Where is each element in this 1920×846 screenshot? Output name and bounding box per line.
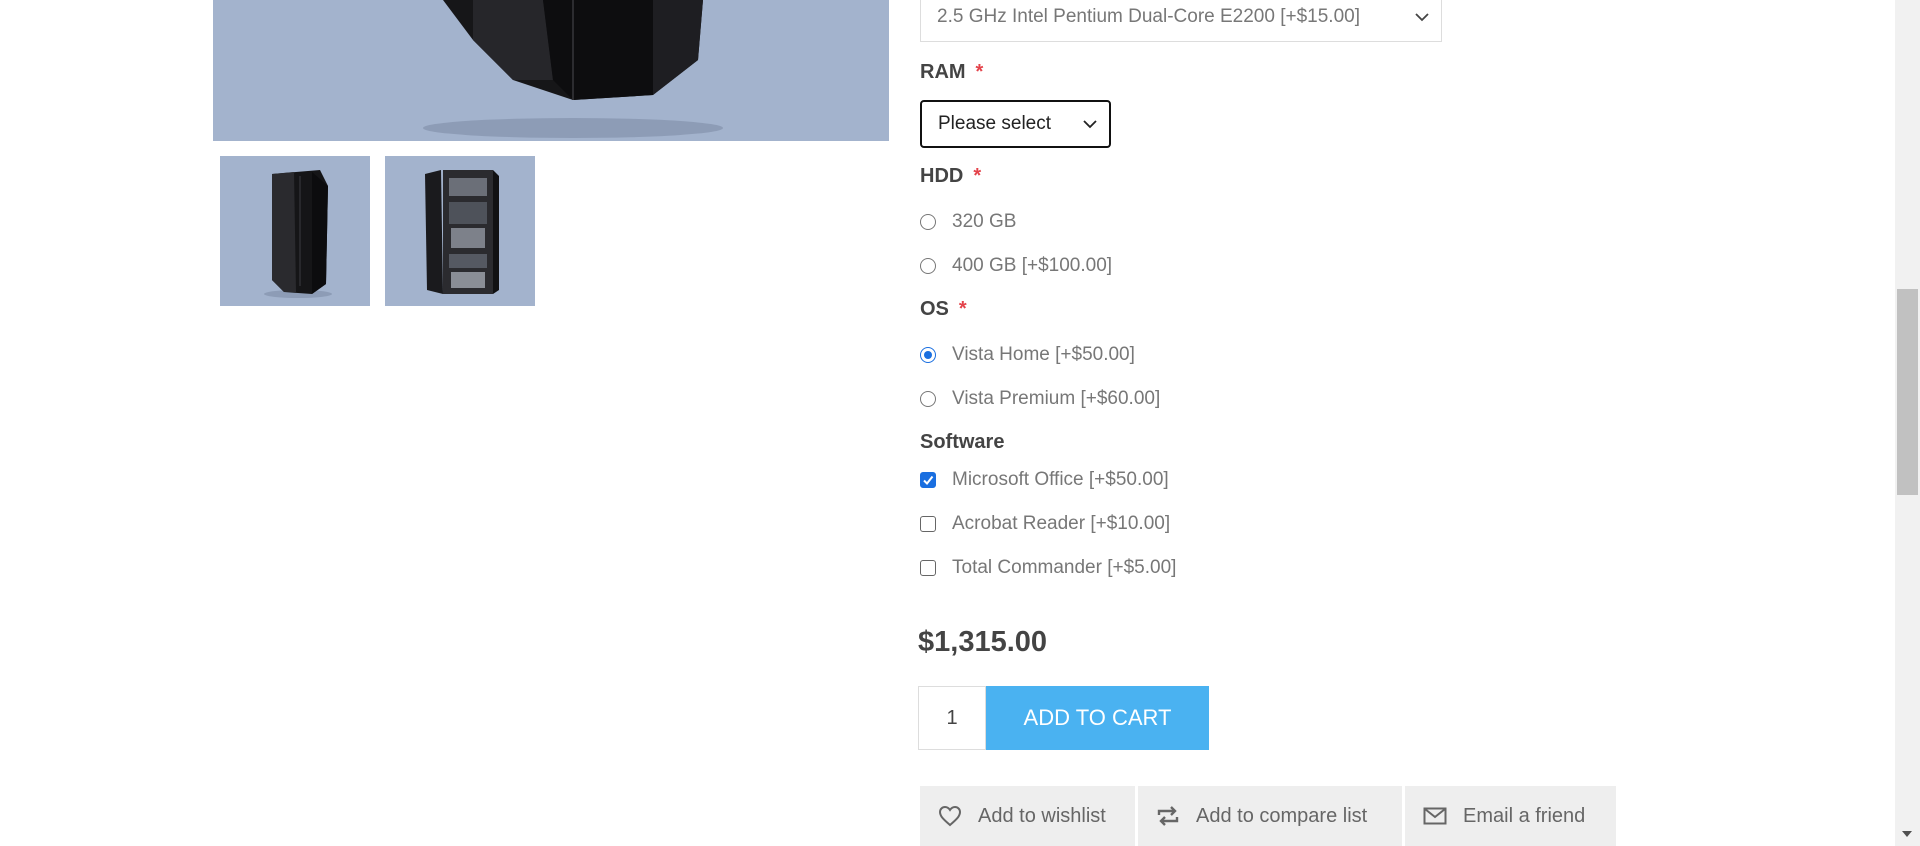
email-a-friend-button[interactable]: Email a friend xyxy=(1405,786,1616,846)
radio-button[interactable] xyxy=(920,214,936,230)
checkbox-checked[interactable] xyxy=(920,472,936,488)
product-main-image[interactable] xyxy=(213,0,889,141)
add-to-wishlist-label: Add to wishlist xyxy=(978,804,1106,827)
hdd-option-label: 320 GB xyxy=(952,211,1017,232)
quantity-input[interactable]: 1 xyxy=(918,686,986,750)
heart-icon xyxy=(938,805,962,827)
scrollbar-thumb[interactable] xyxy=(1897,289,1918,495)
required-mark: * xyxy=(975,61,984,83)
os-option[interactable]: Vista Premium [+$60.00] xyxy=(920,386,1160,412)
hdd-option[interactable]: 400 GB [+$100.00] xyxy=(920,253,1112,279)
software-label: Software xyxy=(920,431,1005,453)
required-mark: * xyxy=(958,298,967,320)
add-to-wishlist-button[interactable]: Add to wishlist xyxy=(920,786,1135,846)
hdd-option-label: 400 GB [+$100.00] xyxy=(952,255,1113,276)
hdd-label: HDD * xyxy=(920,165,982,187)
software-option-label: Acrobat Reader [+$10.00] xyxy=(952,513,1171,534)
product-thumbnail-1[interactable] xyxy=(220,156,370,306)
software-option[interactable]: Microsoft Office [+$50.00] xyxy=(920,467,1169,493)
radio-button[interactable] xyxy=(920,258,936,274)
software-option-label: Microsoft Office [+$50.00] xyxy=(952,469,1169,490)
os-option-label: Vista Premium [+$60.00] xyxy=(952,388,1161,409)
checkbox[interactable] xyxy=(920,560,936,576)
processor-select-value: 2.5 GHz Intel Pentium Dual-Core E2200 [+… xyxy=(937,6,1360,27)
compare-arrows-icon xyxy=(1156,805,1180,827)
os-option-label: Vista Home [+$50.00] xyxy=(952,344,1135,365)
processor-select[interactable]: 2.5 GHz Intel Pentium Dual-Core E2200 [+… xyxy=(920,0,1442,42)
email-a-friend-label: Email a friend xyxy=(1463,804,1586,827)
product-price: $1,315.00 xyxy=(918,626,1048,658)
ram-select-value: Please select xyxy=(938,113,1052,134)
os-option[interactable]: Vista Home [+$50.00] xyxy=(920,342,1135,368)
ram-label: RAM * xyxy=(920,61,984,83)
add-to-cart-button[interactable]: ADD TO CART xyxy=(986,686,1209,750)
ram-select[interactable]: Please select xyxy=(920,100,1111,148)
radio-button[interactable] xyxy=(920,391,936,407)
scroll-down-arrow-icon[interactable] xyxy=(1900,826,1914,844)
product-thumbnail-2[interactable] xyxy=(385,156,535,306)
hdd-option[interactable]: 320 GB xyxy=(920,209,1016,235)
os-label: OS * xyxy=(920,298,967,320)
required-mark: * xyxy=(973,165,982,187)
add-to-compare-button[interactable]: Add to compare list xyxy=(1138,786,1402,846)
checkbox[interactable] xyxy=(920,516,936,532)
add-to-compare-label: Add to compare list xyxy=(1196,804,1368,827)
software-option[interactable]: Total Commander [+$5.00] xyxy=(920,555,1176,581)
software-option-label: Total Commander [+$5.00] xyxy=(952,557,1177,578)
chevron-down-icon xyxy=(1415,6,1429,28)
radio-button-checked[interactable] xyxy=(920,347,936,363)
envelope-icon xyxy=(1423,807,1447,825)
chevron-down-icon xyxy=(1083,113,1097,135)
software-option[interactable]: Acrobat Reader [+$10.00] xyxy=(920,511,1170,537)
